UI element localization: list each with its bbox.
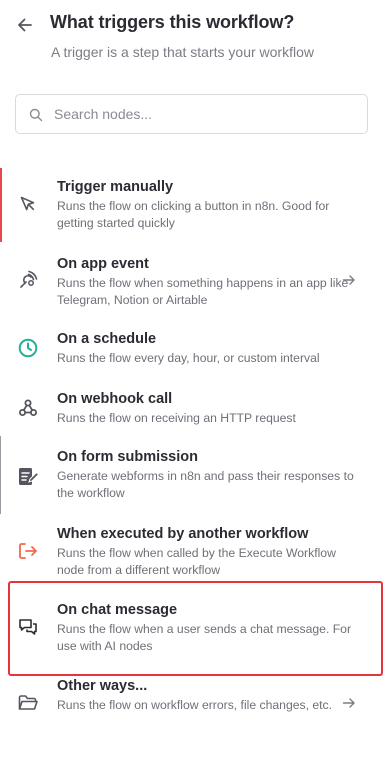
item-description: Runs the flow every day, hour, or custom… [57,351,320,365]
trigger-item-chat-message[interactable]: On chat message Runs the flow when a use… [0,589,387,669]
folder-icon [16,691,40,715]
panel-subtitle: A trigger is a step that starts your wor… [51,44,314,60]
item-description: Runs the flow when a user sends a chat m… [57,622,352,653]
arrow-right-icon [342,275,355,285]
sign-in-icon [16,539,40,563]
item-title: On chat message [57,602,178,618]
item-description: Runs the flow on receiving an HTTP reque… [57,411,296,425]
search-icon [29,108,43,122]
item-title: Trigger manually [57,179,174,195]
trigger-item-form[interactable]: On form submission Generate webforms in … [0,436,387,514]
form-icon [16,464,40,488]
item-description: Runs the flow on workflow errors, file c… [57,698,333,712]
back-button[interactable] [12,12,38,38]
panel-header: What triggers this workflow? A trigger i… [0,0,387,80]
item-description: Runs the flow when called by the Execute… [57,546,336,577]
app-event-icon [16,268,40,292]
item-description: Generate webforms in n8n and pass their … [57,469,354,500]
scroll-indicator [0,436,1,514]
item-title: On webhook call [57,391,173,407]
item-title: Other ways... [57,678,148,694]
item-title: On a schedule [57,331,157,347]
search-input[interactable] [54,95,354,133]
trigger-item-execute-workflow[interactable]: When executed by another workflow Runs t… [0,513,387,581]
search-box [15,94,368,134]
trigger-item-schedule[interactable]: On a schedule Runs the flow every day, h… [0,318,387,376]
item-title: On form submission [57,449,198,465]
selected-accent [0,168,2,242]
trigger-item-other-ways[interactable]: Other ways... Runs the flow on workflow … [0,678,387,758]
chat-icon [16,615,40,639]
webhook-icon [16,396,40,420]
cursor-icon [16,192,40,216]
arrow-left-icon [18,18,32,32]
item-description: Runs the flow on clicking a button in n8… [57,199,330,230]
panel-title: What triggers this workflow? [50,12,295,32]
item-description: Runs the flow when something happens in … [57,276,349,307]
clock-icon [16,336,40,360]
item-title: When executed by another workflow [57,526,309,542]
arrow-right-icon [342,698,355,708]
trigger-item-webhook[interactable]: On webhook call Runs the flow on receivi… [0,378,387,434]
trigger-item-manual[interactable]: Trigger manually Runs the flow on clicki… [0,166,387,244]
trigger-item-app-event[interactable]: On app event Runs the flow when somethin… [0,244,387,314]
item-title: On app event [57,256,149,272]
